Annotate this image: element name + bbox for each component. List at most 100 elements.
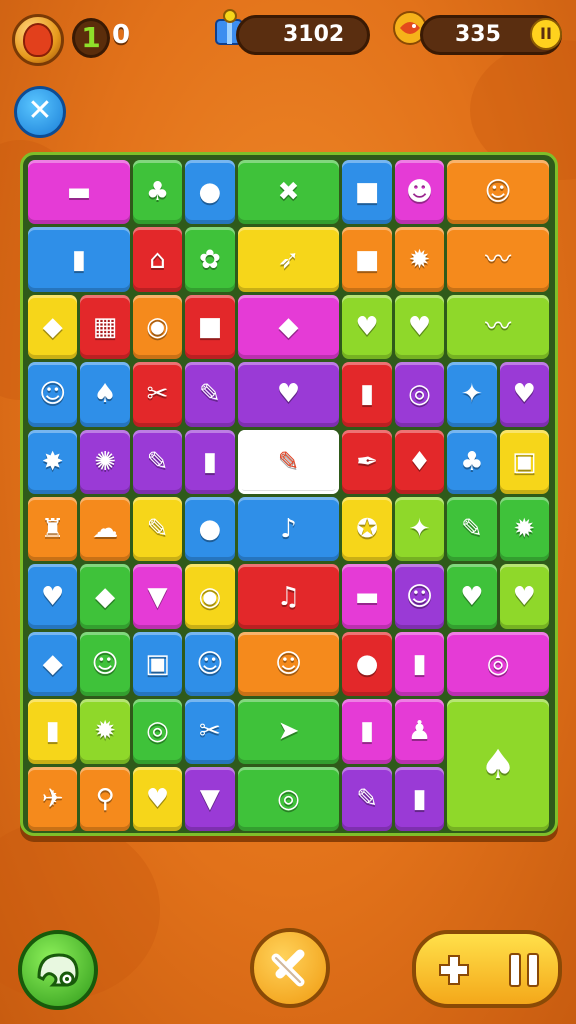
tile-sun[interactable]: ✹ [394, 227, 445, 292]
cross-icon: ✖ [277, 177, 300, 208]
tile-carrot[interactable]: ✎ [132, 497, 183, 562]
tile-carrot-2[interactable]: ✎ [447, 497, 497, 562]
crystal-icon: ◆ [278, 311, 299, 342]
tile-pig[interactable]: ♟ [394, 699, 445, 764]
tile-heart-pink[interactable]: ♥ [132, 766, 183, 831]
tile-heart-face-2[interactable]: ♥ [394, 294, 445, 360]
tile-diamond[interactable]: ◆ [28, 631, 78, 697]
tile-traffic[interactable]: ▮ [394, 631, 445, 697]
tile-marker[interactable]: ✎ [342, 766, 392, 831]
pause-icon[interactable] [504, 950, 544, 990]
carrot-icon: ✎ [146, 514, 169, 545]
tile-rocket[interactable]: ✈ [28, 766, 78, 831]
tile-bun[interactable]: ☺ [394, 564, 445, 629]
tile-bread[interactable]: ▬ [28, 160, 130, 225]
tile-eye[interactable]: ◎ [132, 699, 183, 764]
tile-banana[interactable]: ✦ [447, 362, 497, 427]
tile-box[interactable]: ▦ [80, 294, 130, 360]
tile-crystal[interactable]: ◆ [237, 294, 340, 360]
tile-donut[interactable]: ◎ [394, 362, 445, 427]
tile-urchin[interactable]: ✹ [80, 699, 130, 764]
ball-icon: ● [355, 648, 379, 679]
tile-target[interactable]: ◎ [237, 766, 340, 831]
tile-cloud-blue[interactable]: ☁ [80, 497, 130, 562]
tile-cone[interactable]: ▼ [132, 564, 183, 629]
tile-heart-green[interactable]: ♥ [447, 564, 497, 629]
tile-shell[interactable]: ✺ [80, 429, 130, 494]
tile-heart[interactable]: ♥ [237, 362, 340, 427]
tile-cheese[interactable]: ■ [342, 227, 392, 292]
hint-button[interactable] [18, 930, 98, 1010]
radio-icon: ▣ [512, 446, 537, 477]
tile-icecream[interactable]: ▼ [185, 766, 235, 831]
tile-can[interactable]: ▮ [394, 766, 445, 831]
tile-ball[interactable]: ● [342, 631, 392, 697]
tile-cookie-pink[interactable]: ◎ [447, 631, 549, 697]
shield-coin-icon[interactable] [12, 14, 64, 66]
kite-icon: ◆ [95, 581, 116, 612]
carrot-2-icon: ✎ [460, 514, 483, 545]
eraser-icon: ▬ [354, 581, 380, 612]
tile-heart-face[interactable]: ♥ [342, 294, 392, 360]
card-icon: ■ [354, 177, 380, 208]
tile-pink-blob[interactable]: ● [185, 497, 235, 562]
tile-fish[interactable]: 〰 [447, 227, 549, 292]
tile-arrow[interactable]: ➶ [237, 227, 340, 292]
tile-plane[interactable]: ➤ [237, 699, 340, 764]
tile-bottle[interactable]: ▮ [185, 429, 235, 494]
tile-jelly[interactable]: ♠ [447, 699, 549, 831]
tile-chili[interactable]: ♠ [80, 362, 130, 427]
tile-house[interactable]: ⌂ [132, 227, 183, 292]
tile-pink-heart[interactable]: ♥ [28, 564, 78, 629]
tile-gem[interactable]: ◆ [28, 294, 78, 360]
pause-button-small[interactable]: II [530, 18, 562, 50]
tile-heart-lime[interactable]: ♥ [499, 564, 549, 629]
tile-lotion[interactable]: ▮ [28, 699, 78, 764]
tile-cake[interactable]: ■ [185, 294, 235, 360]
tile-card[interactable]: ■ [342, 160, 392, 225]
ring-icon: ◉ [146, 311, 169, 342]
tile-wand[interactable]: ✦ [394, 497, 445, 562]
tile-pen[interactable]: ✒ [342, 429, 392, 494]
tile-jar[interactable]: ▮ [28, 227, 130, 292]
tile-heart-dots[interactable]: ♥ [499, 362, 549, 427]
tile-duck[interactable]: ☺ [185, 631, 235, 697]
tile-sock[interactable]: ♜ [28, 497, 78, 562]
tile-pepper[interactable]: ♣ [132, 160, 183, 225]
tile-blob[interactable]: ☺ [28, 362, 78, 427]
tile-scissors[interactable]: ✂ [132, 362, 183, 427]
tile-snail[interactable]: ◉ [185, 564, 235, 629]
tile-ghost[interactable]: ♦ [394, 429, 445, 494]
tile-trumpet-2[interactable]: ♫ [237, 564, 340, 629]
pig-icon: ♟ [407, 716, 432, 747]
tile-shirt[interactable]: ♣ [447, 429, 497, 494]
tile-tube[interactable]: ▮ [342, 362, 392, 427]
tile-potion[interactable]: ● [185, 160, 235, 225]
tile-selected-tool[interactable]: ✎ [237, 429, 340, 494]
shuffle-button[interactable] [250, 928, 330, 1008]
tile-note[interactable]: ♪ [237, 497, 340, 562]
tile-drop[interactable]: ☺ [80, 631, 130, 697]
tile-radio[interactable]: ▣ [499, 429, 549, 494]
shield-icon [23, 23, 53, 57]
tile-magnifier[interactable]: ⚲ [80, 766, 130, 831]
tile-face[interactable]: ☻ [394, 160, 445, 225]
tile-phone[interactable]: ▮ [342, 699, 392, 764]
tile-gear[interactable]: ✸ [28, 429, 78, 494]
tile-creature[interactable]: ☺ [447, 160, 549, 225]
tile-juice[interactable]: ▣ [132, 631, 183, 697]
plus-icon[interactable] [436, 952, 472, 988]
tile-potato[interactable]: ☺ [237, 631, 340, 697]
tile-cloud[interactable]: 〰 [447, 294, 549, 360]
tile-eraser[interactable]: ▬ [342, 564, 392, 629]
tile-kite[interactable]: ◆ [80, 564, 130, 629]
tile-horn[interactable]: ✎ [185, 362, 235, 427]
tile-flower[interactable]: ✿ [185, 227, 235, 292]
tile-cross[interactable]: ✖ [237, 160, 340, 225]
close-button[interactable]: ✕ [14, 86, 66, 138]
tile-cookie[interactable]: ✹ [499, 497, 549, 562]
tile-trumpet[interactable]: ✎ [132, 429, 183, 494]
tile-star-badge[interactable]: ✪ [342, 497, 392, 562]
tile-ring[interactable]: ◉ [132, 294, 183, 360]
tile-twig[interactable]: ✂ [185, 699, 235, 764]
